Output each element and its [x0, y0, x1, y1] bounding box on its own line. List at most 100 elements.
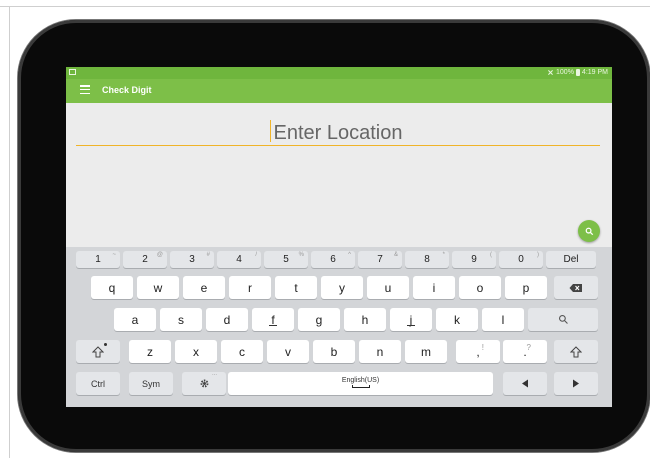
arrow-right-icon — [573, 379, 579, 388]
key-s[interactable]: s — [160, 308, 202, 331]
key-j-underline — [407, 325, 415, 326]
key-5-hint: % — [298, 252, 304, 258]
key-k-label: k — [454, 312, 460, 327]
key-2-label: 2 — [142, 254, 148, 265]
arrow-left-icon — [522, 379, 528, 388]
location-input[interactable] — [76, 121, 600, 146]
key-n[interactable]: n — [359, 340, 401, 363]
key-2-hint: @ — [156, 252, 163, 258]
key-space[interactable]: English(US) — [228, 372, 493, 395]
key-c-label: c — [239, 344, 245, 359]
key-g[interactable]: g — [298, 308, 340, 331]
key-h[interactable]: h — [344, 308, 386, 331]
mute-icon — [548, 70, 553, 75]
key-a[interactable]: a — [114, 308, 156, 331]
key-m[interactable]: m — [405, 340, 447, 363]
key-4[interactable]: 4/ — [217, 251, 261, 268]
key-5[interactable]: 5% — [264, 251, 308, 268]
key-8[interactable]: 8 * — [405, 251, 449, 268]
menu-icon[interactable] — [80, 85, 90, 95]
key-arrow-right[interactable] — [554, 372, 598, 395]
key-j[interactable]: j — [390, 308, 432, 331]
key-o[interactable]: o — [459, 276, 501, 299]
key-ctrl[interactable]: Ctrl — [76, 372, 120, 395]
key-v-label: v — [285, 344, 291, 359]
key-i[interactable]: i — [413, 276, 455, 299]
key-q-label: q — [108, 280, 116, 295]
keyboard: Del , ! . ? Ctrl Sym ... English(US) 1 ~… — [66, 247, 612, 407]
key-7-label: 7 — [377, 254, 383, 265]
key-x-label: x — [193, 344, 199, 359]
key-settings-hint: ... — [211, 371, 217, 377]
key-x[interactable]: x — [175, 340, 217, 363]
key-t[interactable]: t — [275, 276, 317, 299]
key-7-hint: & — [393, 252, 398, 258]
key-r-label: r — [248, 280, 252, 295]
frame-line-top — [0, 6, 650, 7]
key-comma[interactable]: , ! — [456, 340, 500, 363]
key-u[interactable]: u — [367, 276, 409, 299]
key-d[interactable]: d — [206, 308, 248, 331]
key-3[interactable]: 3 # — [170, 251, 214, 268]
key-shift-left[interactable] — [76, 340, 120, 363]
key-l-label: l — [501, 312, 505, 327]
key-6-hint: ^ — [348, 252, 351, 258]
key-u-label: u — [384, 280, 392, 295]
key-0-hint: ) — [537, 252, 539, 258]
key-h-label: h — [361, 312, 369, 327]
key-p-label: p — [522, 280, 530, 295]
key-7[interactable]: 7 & — [358, 251, 402, 268]
key-v[interactable]: v — [267, 340, 309, 363]
key-search[interactable] — [528, 308, 598, 331]
key-backspace[interactable] — [554, 276, 598, 299]
key-l[interactable]: l — [482, 308, 524, 331]
notification-icon — [69, 69, 76, 75]
key-shift-right[interactable] — [554, 340, 598, 363]
shift-icon — [92, 345, 104, 357]
key-q[interactable]: q — [91, 276, 133, 299]
key-e-label: e — [200, 280, 208, 295]
key-g-label: g — [315, 312, 323, 327]
key-settings[interactable]: ... — [182, 371, 226, 395]
key-a-label: a — [131, 312, 139, 327]
key-y[interactable]: y — [321, 276, 363, 299]
key-8-label: 8 — [424, 254, 430, 265]
battery-icon — [575, 69, 580, 76]
key-e[interactable]: e — [183, 276, 225, 299]
key-r[interactable]: r — [229, 276, 271, 299]
key-sym[interactable]: Sym — [129, 372, 173, 395]
key-4-hint: / — [255, 252, 257, 258]
search-icon — [558, 314, 568, 324]
key-z[interactable]: z — [129, 340, 171, 363]
key-period[interactable]: . ? — [503, 340, 547, 363]
key-i-label: i — [432, 280, 436, 295]
key-w[interactable]: w — [137, 276, 179, 299]
frame-line-left — [9, 6, 10, 458]
key-b-label: b — [330, 344, 338, 359]
status-right: 100% 4:19 PM — [547, 69, 608, 76]
backspace-icon — [569, 283, 582, 292]
key-9-label: 9 — [471, 254, 477, 265]
key-arrow-left[interactable] — [503, 372, 547, 395]
key-p[interactable]: p — [505, 276, 547, 299]
page-title: Check Digit — [102, 85, 152, 95]
key-k[interactable]: k — [436, 308, 478, 331]
key-n-label: n — [376, 344, 384, 359]
key-b[interactable]: b — [313, 340, 355, 363]
key-1[interactable]: 1 ~ — [76, 251, 120, 268]
shift-icon — [570, 345, 582, 357]
gear-icon — [200, 379, 208, 388]
key-0[interactable]: 0) — [499, 251, 543, 268]
key-8-hint: * — [442, 252, 445, 258]
key-c[interactable]: c — [221, 340, 263, 363]
key-2[interactable]: 2 @ — [123, 251, 167, 268]
key-9-hint: ( — [490, 252, 492, 258]
key-period-hint: ? — [526, 343, 531, 352]
status-bar: 100% 4:19 PM — [66, 67, 612, 79]
key-6[interactable]: 6 ^ — [311, 251, 355, 268]
key-0-label: 0 — [518, 254, 524, 265]
search-button[interactable] — [578, 220, 600, 242]
key-9[interactable]: 9( — [452, 251, 496, 268]
key-del[interactable]: Del — [546, 251, 596, 268]
key-f[interactable]: f — [252, 308, 294, 331]
